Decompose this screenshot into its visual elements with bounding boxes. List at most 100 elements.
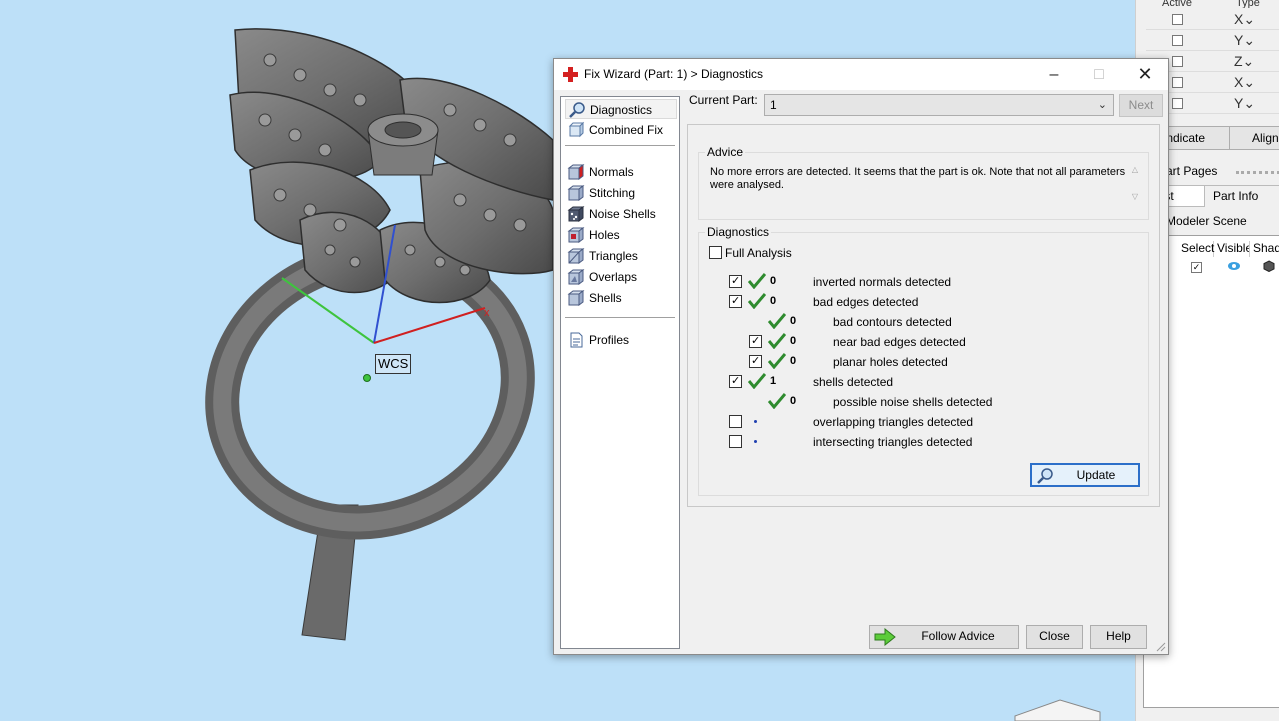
green-check-icon bbox=[768, 353, 786, 369]
diag-checkbox[interactable] bbox=[729, 415, 742, 428]
nav-label: Holes bbox=[589, 228, 620, 242]
normals-cube-icon bbox=[567, 164, 585, 180]
axis-row[interactable]: X⌄ bbox=[1146, 9, 1279, 30]
diag-text: planar holes detected bbox=[833, 355, 948, 369]
x-axis-line bbox=[373, 307, 486, 344]
nav-item-profiles[interactable]: Profiles bbox=[565, 330, 677, 350]
nav-label: Combined Fix bbox=[589, 123, 664, 137]
axis-type-select[interactable]: Y⌄ bbox=[1234, 32, 1255, 49]
diag-checkbox[interactable]: ✓ bbox=[729, 295, 742, 308]
green-arrow-icon bbox=[874, 628, 896, 646]
diag-text: inverted normals detected bbox=[813, 275, 952, 289]
advice-scrollbar[interactable]: △ ▽ bbox=[1128, 165, 1142, 213]
advice-title: Advice bbox=[705, 145, 746, 159]
overlaps-cube-icon bbox=[567, 269, 585, 285]
nav-item-combined-fix[interactable]: Combined Fix bbox=[565, 120, 677, 140]
green-check-icon bbox=[748, 293, 766, 309]
eye-icon[interactable] bbox=[1227, 260, 1241, 272]
column-header-shade[interactable]: Shade bbox=[1250, 241, 1279, 257]
axis-type-select[interactable]: Z⌄ bbox=[1234, 53, 1254, 70]
green-check-icon bbox=[748, 273, 766, 289]
diag-count: 0 bbox=[770, 295, 777, 307]
green-check-icon bbox=[768, 333, 786, 349]
green-check-icon bbox=[748, 373, 766, 389]
diag-text: possible noise shells detected bbox=[833, 395, 993, 409]
column-header-type: Type bbox=[1236, 0, 1260, 8]
resize-grip-icon[interactable] bbox=[1156, 642, 1166, 652]
diag-checkbox[interactable]: ✓ bbox=[729, 275, 742, 288]
nav-item-stitching[interactable]: Stitching bbox=[565, 183, 677, 203]
diag-text: shells detected bbox=[813, 375, 894, 389]
column-header-select[interactable]: Select bbox=[1178, 241, 1214, 257]
column-header-visible[interactable]: Visible bbox=[1214, 241, 1250, 257]
full-analysis-checkbox[interactable] bbox=[709, 246, 722, 259]
nav-item-overlaps[interactable]: Overlaps bbox=[565, 267, 677, 287]
diag-checkbox[interactable] bbox=[729, 435, 742, 448]
nav-item-normals[interactable]: Normals bbox=[565, 162, 677, 182]
fix-wizard-dialog: Fix Wizard (Part: 1) > Diagnostics – □ ✕… bbox=[553, 58, 1169, 655]
dialog-title: Fix Wizard (Part: 1) > Diagnostics bbox=[584, 67, 764, 81]
select-checkbox[interactable]: ✓ bbox=[1191, 262, 1202, 273]
minimize-button[interactable]: – bbox=[1031, 59, 1077, 90]
nav-item-triangles[interactable]: Triangles bbox=[565, 246, 677, 266]
diag-text: intersecting triangles detected bbox=[813, 435, 973, 449]
active-checkbox[interactable] bbox=[1172, 35, 1183, 46]
nav-label: Triangles bbox=[589, 249, 638, 263]
green-check-icon bbox=[768, 393, 786, 409]
diag-checkbox[interactable]: ✓ bbox=[729, 375, 742, 388]
diag-count: 0 bbox=[770, 275, 777, 287]
align-button[interactable]: Align bbox=[1229, 126, 1279, 150]
diag-text: bad edges detected bbox=[813, 295, 919, 309]
nav-item-holes[interactable]: Holes bbox=[565, 225, 677, 245]
update-button[interactable]: Update bbox=[1030, 463, 1140, 487]
status-dot-icon bbox=[754, 440, 757, 443]
shade-cube-icon[interactable] bbox=[1263, 260, 1275, 273]
scene-label: Modeler Scene bbox=[1166, 214, 1247, 228]
update-label: Update bbox=[1076, 468, 1116, 482]
stitching-cube-icon bbox=[567, 185, 585, 201]
advice-group: Advice No more errors are detected. It s… bbox=[698, 145, 1149, 220]
follow-advice-button[interactable]: Follow Advice bbox=[869, 625, 1019, 649]
active-checkbox[interactable] bbox=[1172, 56, 1183, 67]
diagnostics-title: Diagnostics bbox=[705, 225, 772, 239]
current-part-label: Current Part: bbox=[689, 93, 758, 107]
diag-checkbox[interactable]: ✓ bbox=[749, 355, 762, 368]
diag-checkbox[interactable]: ✓ bbox=[749, 335, 762, 348]
nav-separator bbox=[565, 145, 675, 146]
nav-item-noise-shells[interactable]: Noise Shells bbox=[565, 204, 677, 224]
active-checkbox[interactable] bbox=[1172, 14, 1183, 25]
active-checkbox[interactable] bbox=[1172, 77, 1183, 88]
wizard-nav: Diagnostics Combined Fix Normals Stitchi… bbox=[560, 96, 680, 649]
nav-label: Diagnostics bbox=[590, 103, 653, 117]
axis-type-select[interactable]: X⌄ bbox=[1234, 11, 1255, 28]
diag-count: 0 bbox=[790, 315, 797, 327]
title-bar[interactable]: Fix Wizard (Part: 1) > Diagnostics – □ ✕ bbox=[554, 59, 1168, 90]
current-part-select[interactable]: 1 ⌄ bbox=[764, 94, 1114, 116]
maximize-button[interactable]: □ bbox=[1076, 59, 1122, 90]
magnifier-icon bbox=[1037, 468, 1053, 484]
axis-type-select[interactable]: X⌄ bbox=[1234, 74, 1255, 91]
next-button[interactable]: Next bbox=[1119, 94, 1163, 117]
axis-row[interactable]: Y⌄ bbox=[1146, 30, 1279, 51]
diag-count: 0 bbox=[790, 335, 797, 347]
nav-label: Overlaps bbox=[589, 270, 638, 284]
help-button[interactable]: Help bbox=[1090, 625, 1147, 649]
profiles-document-icon bbox=[570, 332, 583, 348]
close-window-button[interactable]: ✕ bbox=[1122, 59, 1168, 90]
axis-type-select[interactable]: Y⌄ bbox=[1234, 95, 1255, 112]
tab-part-info[interactable]: Part Info bbox=[1204, 185, 1279, 207]
diag-text: overlapping triangles detected bbox=[813, 415, 974, 429]
wcs-label: WCS bbox=[375, 354, 412, 374]
current-part-value: 1 bbox=[770, 98, 777, 112]
nav-label: Noise Shells bbox=[589, 207, 656, 221]
x-axis-label: x bbox=[484, 307, 490, 319]
nav-item-shells[interactable]: Shells bbox=[565, 288, 677, 308]
nav-item-diagnostics[interactable]: Diagnostics bbox=[565, 99, 677, 119]
close-button[interactable]: Close bbox=[1026, 625, 1083, 649]
green-check-icon bbox=[768, 313, 786, 329]
active-checkbox[interactable] bbox=[1172, 98, 1183, 109]
chevron-down-icon: ⌄ bbox=[1097, 99, 1107, 111]
column-header-active: Active bbox=[1162, 0, 1192, 8]
triangles-cube-icon bbox=[567, 248, 585, 264]
diagnostics-panel: Advice No more errors are detected. It s… bbox=[687, 124, 1160, 507]
